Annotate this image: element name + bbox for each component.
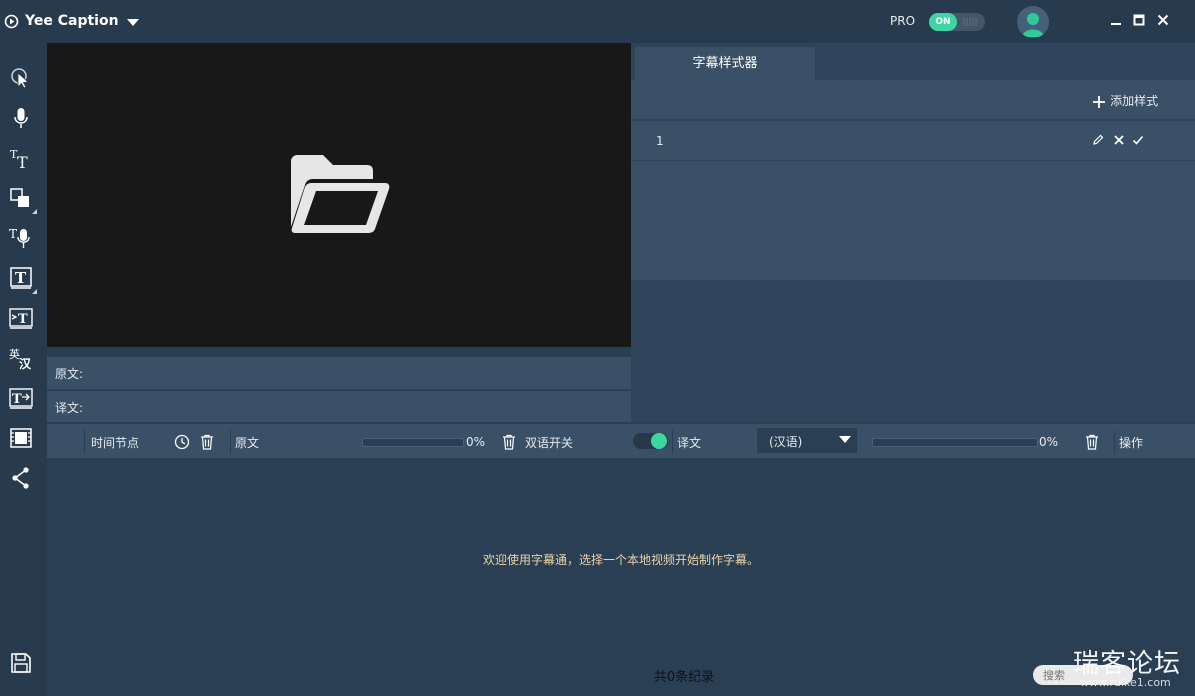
column-divider [230,430,231,454]
delete-style-button[interactable] [1113,134,1125,146]
subtitle-table-header: 时间节点 原文 0% 双语开关 译文 (汉语) 0% 操作 [47,423,1195,458]
tab-subtitle-styler[interactable]: 字幕样式器 [635,47,815,80]
translation-progress-bar [872,438,1038,447]
text-size-tool-button[interactable]: TT [9,146,33,170]
text-box-tool-button[interactable]: T [9,266,37,294]
clear-timecodes-button[interactable] [200,434,214,450]
apply-style-button[interactable] [1132,134,1144,146]
shapes-tool-button[interactable] [9,186,37,214]
close-icon [1157,14,1169,26]
trash-icon [503,434,515,450]
submenu-indicator [32,289,37,294]
source-progress-label: 0% [466,435,486,449]
toggle-knob [651,433,667,449]
trash-icon [201,434,213,450]
style-row-index: 1 [656,134,664,148]
text-size-icon: TT [10,148,28,170]
edit-style-button[interactable] [1092,134,1104,146]
pencil-icon [1093,134,1104,145]
pro-label: PRO [890,14,916,28]
add-style-button[interactable]: 添加样式 [1092,92,1158,108]
app-logo-icon [4,14,19,29]
col-translation: 译文 [677,436,702,450]
col-timecode: 时间节点 [91,436,140,450]
watermark-url: www.ruike1.com [1080,676,1171,689]
column-divider [84,430,85,454]
col-bilingual: 双语开关 [525,436,574,450]
text-box-icon: T [10,267,32,289]
microphone-icon [14,108,28,128]
toggle-grip-icon [963,18,977,26]
add-style-label: 添加样式 [1110,94,1159,108]
user-icon [1022,13,1044,37]
left-toolbar: TT T T T 英汉 T [0,43,47,696]
welcome-message: 欢迎使用字幕通，选择一个本地视频开始制作字幕。 [482,553,759,567]
share-tool-button[interactable] [9,466,33,490]
plus-icon [1093,95,1105,108]
text-voice-icon: T [9,227,30,248]
col-actions: 操作 [1119,436,1144,450]
watermark-text: 瑞客论坛 [1073,649,1182,679]
submenu-indicator [32,209,37,214]
close-button[interactable] [1155,12,1171,28]
source-text-row: 原文: [47,357,631,390]
pro-toggle-on-label: ON [929,13,957,31]
clock-icon [174,434,190,450]
minimize-button[interactable] [1108,12,1124,28]
user-avatar[interactable] [1017,6,1049,38]
text-voice-tool-button[interactable]: T [9,226,33,250]
style-row[interactable]: 1 [631,120,1195,161]
shapes-icon [10,188,29,207]
translation-text-label: 译文: [55,401,84,415]
open-folder-icon[interactable] [289,155,391,235]
maximize-button[interactable] [1131,12,1147,28]
svg-text:T: T [12,392,22,407]
text-export-tool-button[interactable]: T [9,386,33,410]
language-select[interactable]: (汉语) [757,428,857,453]
maximize-icon [1133,14,1145,26]
voice-tool-button[interactable] [9,106,33,130]
timestamp-button[interactable] [174,434,190,450]
pointer-tool-button[interactable] [9,66,33,90]
bilingual-toggle[interactable] [633,433,668,449]
title-bar [0,0,1195,43]
source-text-label: 原文: [55,367,84,381]
close-icon [1114,135,1124,145]
column-divider [1114,430,1115,454]
text-import-icon: T [9,308,33,329]
translation-text-row: 译文: [47,391,631,422]
app-title: Yee Caption [25,13,119,29]
record-count: 共0条纪录 [653,670,715,685]
text-import-tool-button[interactable]: T [9,306,33,330]
subtitle-table-body: 欢迎使用字幕通，选择一个本地视频开始制作字幕。 共0条纪录 [47,458,1195,696]
pro-toggle[interactable]: ON [929,13,985,31]
clear-source-button[interactable] [502,434,516,450]
share-icon [12,467,29,489]
translate-tool-button[interactable]: 英汉 [9,346,33,370]
clear-translation-button[interactable] [1085,434,1099,450]
save-icon [11,653,31,673]
svg-text:T: T [15,269,27,287]
chevron-down-icon [839,436,851,443]
translation-progress-label: 0% [1039,435,1059,449]
film-icon [10,428,32,448]
trash-icon [1086,434,1098,450]
check-icon [1132,135,1144,145]
pointer-icon [11,68,29,89]
svg-text:T: T [18,312,28,327]
film-tool-button[interactable] [9,426,33,450]
column-divider [672,430,673,454]
text-export-icon: T [9,388,33,409]
translate-icon: 英汉 [9,347,32,370]
svg-text:T: T [9,227,17,241]
source-progress-bar [362,438,464,447]
svg-text:汉: 汉 [19,356,32,370]
language-select-value: (汉语) [769,435,803,449]
minimize-icon [1111,23,1121,25]
svg-text:T: T [17,153,28,170]
save-button[interactable] [9,651,33,675]
col-source: 原文 [235,436,260,450]
app-menu-caret-icon[interactable] [126,18,140,27]
